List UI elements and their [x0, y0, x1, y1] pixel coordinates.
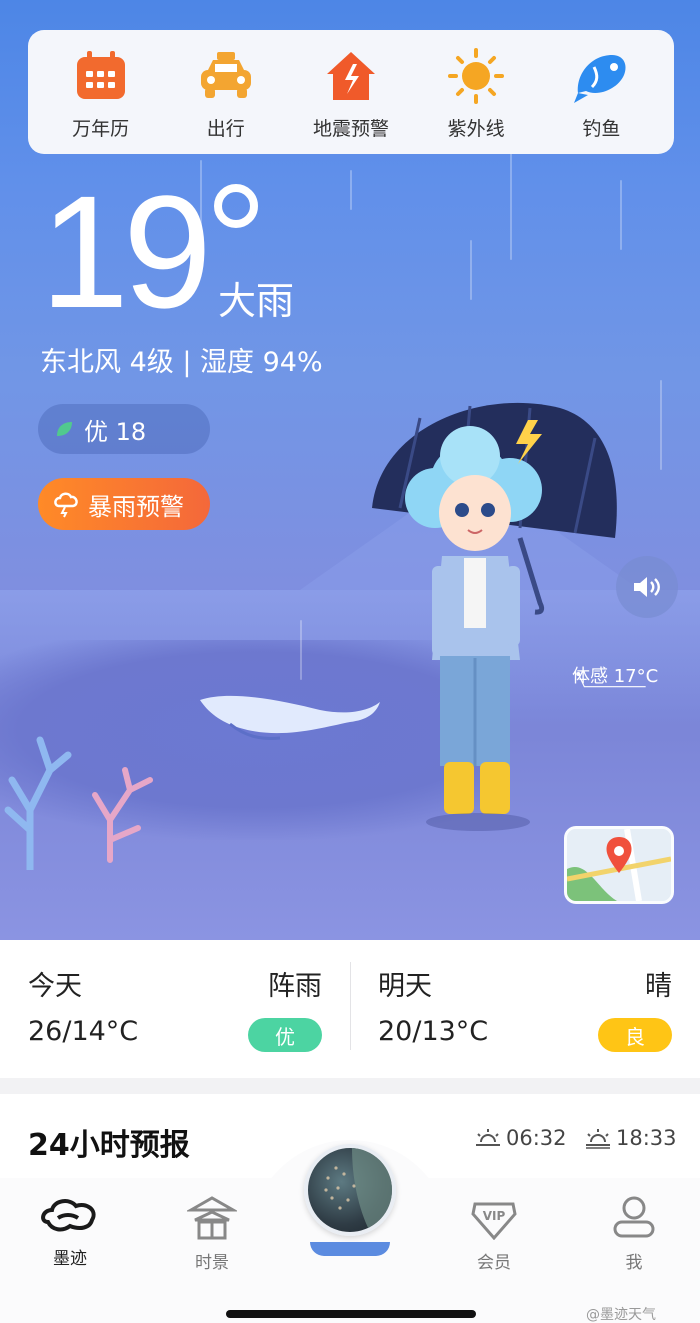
nav-label: 会员	[477, 1253, 511, 1273]
tool-label: 钓鱼	[582, 117, 621, 140]
day-temp-range: 26/14°C	[28, 1016, 139, 1047]
nav-item-profile[interactable]: 我	[584, 1196, 684, 1273]
current-condition: 大雨	[218, 279, 295, 323]
leaf-icon	[57, 422, 72, 436]
nav-item-vip[interactable]: VIP 会员	[444, 1196, 544, 1273]
tool-label: 地震预警	[312, 117, 389, 140]
center-button-accent	[310, 1242, 390, 1256]
aqi-badge[interactable]: 优 18	[38, 404, 210, 454]
moji-cloud-icon	[41, 1199, 96, 1232]
sunset-info: 18:33	[584, 1126, 677, 1150]
rain-streak	[300, 620, 302, 680]
storm-cloud-icon	[54, 492, 78, 518]
hourly-title: 24小时预报	[28, 1128, 190, 1163]
sun-icon	[444, 44, 508, 108]
today-forecast[interactable]: 今天 阵雨 26/14°C 优	[0, 940, 350, 1078]
forecast-divider	[350, 962, 351, 1050]
tool-uv[interactable]: 紫外线	[416, 44, 536, 141]
current-temperature: 19	[40, 162, 212, 341]
fish-icon	[569, 44, 633, 108]
sunrise-time: 06:32	[506, 1126, 567, 1150]
calendar-icon	[69, 44, 133, 108]
day-condition: 阵雨	[268, 971, 322, 1002]
feels-like-text: 体感 17°C	[572, 666, 659, 687]
sunrise-icon	[476, 1129, 500, 1146]
nav-item-scenes[interactable]: 时景	[162, 1196, 262, 1273]
sunset-time: 18:33	[616, 1126, 677, 1150]
earthquake-house-icon	[319, 44, 383, 108]
profile-icon	[613, 1196, 655, 1238]
vip-icon: VIP	[471, 1202, 517, 1240]
nav-label: 墨迹	[53, 1249, 87, 1269]
day-condition: 晴	[645, 971, 672, 1002]
rain-streak	[350, 170, 352, 210]
tool-label: 万年历	[72, 117, 130, 140]
rainstorm-warning-button[interactable]: 暴雨预警	[38, 478, 210, 530]
voice-broadcast-button[interactable]	[616, 556, 678, 618]
speaker-icon	[634, 577, 660, 597]
taxi-icon	[194, 44, 258, 108]
nav-label: 时景	[195, 1253, 229, 1273]
tool-fishing[interactable]: 钓鱼	[541, 44, 661, 141]
watermark: @墨迹天气	[586, 1307, 656, 1323]
day-aqi-badge: 优	[248, 1018, 322, 1052]
day-name: 今天	[28, 971, 82, 1002]
nav-label: 我	[625, 1253, 643, 1273]
quick-tools-card: 万年历 出行 地震预警 紫外线 钓鱼	[28, 30, 674, 154]
day-name: 明天	[378, 971, 432, 1002]
degree-symbol	[214, 184, 258, 228]
center-feature-button[interactable]	[304, 1144, 396, 1236]
umbrella-rain-icon	[324, 1148, 392, 1232]
rain-streak	[660, 380, 662, 470]
weather-character	[372, 402, 617, 831]
wind-humidity: 东北风 4级 | 湿度 94%	[40, 347, 323, 378]
weather-hero: 万年历 出行 地震预警 紫外线 钓鱼 19 大雨 东北风 4级 | 湿度 94%…	[0, 0, 700, 940]
svg-text:VIP: VIP	[483, 1209, 506, 1223]
tool-travel[interactable]: 出行	[166, 44, 286, 141]
sunset-icon	[586, 1129, 610, 1149]
pavilion-icon	[187, 1196, 237, 1240]
map-button[interactable]	[564, 826, 674, 904]
warning-label: 暴雨预警	[88, 492, 184, 521]
tool-calendar[interactable]: 万年历	[41, 44, 161, 141]
day-temp-range: 20/13°C	[378, 1016, 489, 1047]
sunrise-info: 06:32	[474, 1126, 567, 1150]
tool-label: 出行	[206, 117, 245, 140]
coral-decoration	[4, 736, 153, 870]
rain-streak	[620, 180, 622, 250]
nav-item-moji[interactable]: 墨迹	[20, 1196, 120, 1269]
day-aqi-badge: 良	[598, 1018, 672, 1052]
map-pin-icon	[567, 829, 671, 901]
tool-label: 紫外线	[447, 117, 505, 140]
home-indicator[interactable]	[226, 1310, 476, 1318]
rain-streak	[470, 240, 472, 300]
tomorrow-forecast[interactable]: 明天 晴 20/13°C 良	[350, 940, 700, 1078]
aqi-value: 优 18	[84, 417, 147, 446]
rain-streak	[510, 150, 512, 260]
tool-earthquake[interactable]: 地震预警	[291, 44, 411, 141]
